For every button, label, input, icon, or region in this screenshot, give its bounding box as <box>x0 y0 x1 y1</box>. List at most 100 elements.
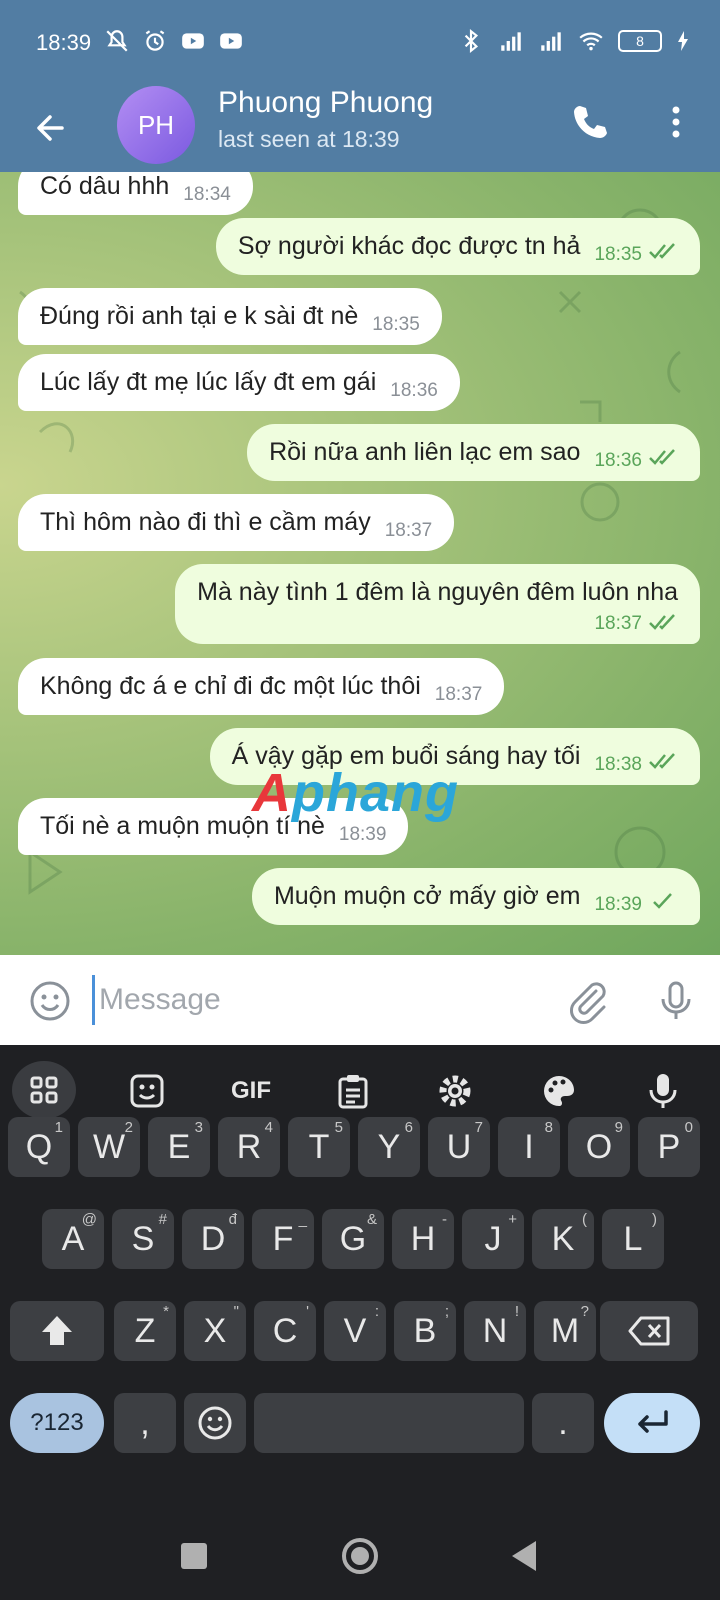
message-text: Có dâu hhh <box>40 172 170 200</box>
key-label: M <box>550 1311 580 1350</box>
period-key[interactable]: . <box>532 1393 594 1453</box>
key-label: L <box>623 1219 643 1258</box>
watermark-logo: Aphang <box>252 762 459 824</box>
voice-input-icon[interactable] <box>632 1065 694 1117</box>
key-j[interactable]: J + <box>462 1209 524 1269</box>
chat-header: PH Phuong Phuong last seen at 18:39 <box>0 86 720 172</box>
key-w[interactable]: W2 <box>78 1117 140 1177</box>
sticker-icon[interactable] <box>116 1065 178 1117</box>
message-time: 18:35 <box>594 244 642 265</box>
status-bar: 18:39 8 <box>0 0 720 86</box>
backspace-key[interactable] <box>600 1301 698 1361</box>
key-hint: - <box>442 1211 447 1228</box>
emoji-key[interactable] <box>184 1393 246 1453</box>
key-k[interactable]: K( <box>532 1209 594 1269</box>
key-hint: ! <box>514 1303 519 1320</box>
home-icon[interactable] <box>332 1528 388 1584</box>
enter-key[interactable] <box>604 1393 700 1453</box>
message-text: Rồi nữa anh liên lạc em sao <box>269 438 581 466</box>
key-label: P <box>657 1127 681 1166</box>
key-z[interactable]: Z * <box>114 1301 176 1361</box>
message-bubble-incoming[interactable]: Thì hôm nào đi thì e cầm máy 18:37 <box>18 494 455 551</box>
key-hint: 3 <box>194 1119 203 1136</box>
key-label: N <box>482 1311 508 1350</box>
key-m[interactable]: M? <box>534 1301 596 1361</box>
key-hint: * <box>163 1303 169 1320</box>
key-t[interactable]: T5 <box>288 1117 350 1177</box>
message-input[interactable] <box>92 975 532 1025</box>
emoji-icon[interactable] <box>26 977 74 1025</box>
key-g[interactable]: G & <box>322 1209 384 1269</box>
key-r[interactable]: R4 <box>218 1117 280 1177</box>
key-o[interactable]: O9 <box>568 1117 630 1177</box>
key-label: W <box>92 1127 126 1166</box>
key-label: Z <box>134 1311 156 1350</box>
symbols-key[interactable]: ?123 <box>10 1393 104 1453</box>
back-arrow-icon[interactable] <box>28 104 76 152</box>
key-label: D <box>200 1219 226 1258</box>
key-d[interactable]: Dđ <box>182 1209 244 1269</box>
message-bubble-incoming[interactable]: Có dâu hhh 18:34 <box>18 172 253 215</box>
key-hint: 5 <box>334 1119 343 1136</box>
microphone-icon[interactable] <box>652 977 700 1025</box>
space-key[interactable] <box>254 1393 524 1453</box>
key-hint: : <box>374 1303 379 1320</box>
key-l[interactable]: L) <box>602 1209 664 1269</box>
key-x[interactable]: X " <box>184 1301 246 1361</box>
key-e[interactable]: E3 <box>148 1117 210 1177</box>
message-bubble-incoming[interactable]: Không đc á e chỉ đi đc một lúc thôi 18:37 <box>18 658 505 715</box>
contact-name[interactable]: Phuong Phuong <box>218 86 433 120</box>
message-time: 18:34 <box>183 184 231 205</box>
more-options-icon[interactable] <box>652 98 700 146</box>
key-f[interactable]: F _ <box>252 1209 314 1269</box>
shift-key[interactable] <box>10 1301 104 1361</box>
avatar[interactable]: PH <box>117 86 195 164</box>
key-u[interactable]: U7 <box>428 1117 490 1177</box>
key-i[interactable]: I8 <box>498 1117 560 1177</box>
back-triangle-icon[interactable] <box>498 1528 554 1584</box>
key-n[interactable]: N! <box>464 1301 526 1361</box>
clipboard-icon[interactable] <box>322 1065 384 1117</box>
gif-button[interactable]: GIF <box>220 1065 282 1117</box>
attach-paperclip-icon[interactable] <box>564 977 612 1025</box>
key-s[interactable]: S # <box>112 1209 174 1269</box>
message-bubble-incoming[interactable]: Lúc lấy đt mẹ lúc lấy đt em gái 18:36 <box>18 354 460 411</box>
key-v[interactable]: V: <box>324 1301 386 1361</box>
signal-icon <box>541 32 561 51</box>
message-time: 18:37 <box>594 613 642 634</box>
message-text: Mà này tình 1 đêm là nguyên đêm luôn nha <box>197 578 678 606</box>
theme-palette-icon[interactable] <box>528 1065 590 1117</box>
key-a[interactable]: A @ <box>42 1209 104 1269</box>
message-time: 18:36 <box>594 450 642 471</box>
chat-message-list[interactable]: Có dâu hhh 18:34 Sợ người khác đọc được t… <box>0 172 720 955</box>
message-bubble-outgoing[interactable]: Rồi nữa anh liên lạc em sao 18:36 <box>247 424 700 481</box>
key-b[interactable]: B; <box>394 1301 456 1361</box>
alarm-icon <box>145 30 165 51</box>
key-label: F <box>272 1219 294 1258</box>
signal-icon <box>501 32 521 51</box>
comma-key[interactable]: , <box>114 1393 176 1453</box>
key-p[interactable]: P0 <box>638 1117 700 1177</box>
key-c[interactable]: C ' <box>254 1301 316 1361</box>
message-bubble-outgoing[interactable]: Mà này tình 1 đêm là nguyên đêm luôn nha… <box>175 564 700 644</box>
status-time: 18:39 <box>36 30 92 55</box>
key-y[interactable]: Y6 <box>358 1117 420 1177</box>
message-text: Lúc lấy đt mẹ lúc lấy đt em gái <box>40 368 377 396</box>
key-label: U <box>446 1127 472 1166</box>
key-label: B <box>413 1311 437 1350</box>
message-bubble-outgoing[interactable]: Sợ người khác đọc được tn hả 18:35 <box>215 218 700 275</box>
key-h[interactable]: H- <box>392 1209 454 1269</box>
settings-gear-icon[interactable] <box>424 1065 486 1117</box>
key-q[interactable]: Q1 <box>8 1117 70 1177</box>
recent-apps-icon[interactable] <box>166 1528 222 1584</box>
phone-call-icon[interactable] <box>566 98 614 146</box>
apps-grid-icon[interactable] <box>12 1061 76 1119</box>
key-label: H <box>410 1219 436 1258</box>
double-check-icon <box>649 614 675 630</box>
message-text: Muộn muộn cở mấy giờ em <box>273 882 581 910</box>
message-text: Sợ người khác đọc được tn hả <box>237 232 581 260</box>
key-label: S <box>131 1219 155 1258</box>
key-hint: ( <box>582 1211 587 1228</box>
message-bubble-incoming[interactable]: Đúng rồi anh tại e k sài đt nè 18:35 <box>18 288 442 345</box>
message-bubble-outgoing[interactable]: Muộn muộn cở mấy giờ em 18:39 <box>251 868 700 925</box>
